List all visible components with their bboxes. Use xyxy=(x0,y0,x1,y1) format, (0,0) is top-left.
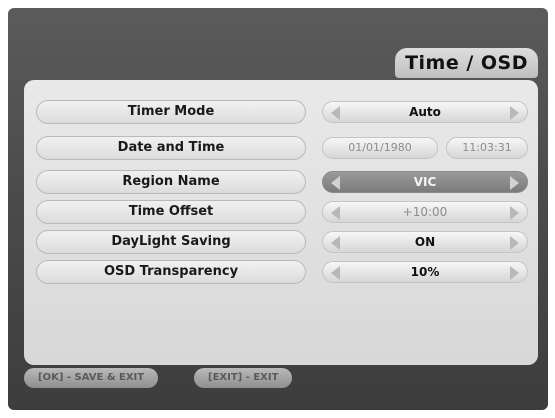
daylight-saving-value: ON xyxy=(414,235,436,249)
osd-screen: Time / OSD Timer Mode Auto Date and Time… xyxy=(8,8,548,410)
left-arrow-icon[interactable] xyxy=(331,236,340,250)
daylight-saving-label: DayLight Saving xyxy=(36,230,306,254)
region-name-selector[interactable]: VIC xyxy=(322,171,528,193)
right-arrow-icon[interactable] xyxy=(510,266,519,280)
save-exit-button[interactable]: [OK] - SAVE & EXIT xyxy=(24,368,159,388)
region-name-row[interactable]: Region Name VIC xyxy=(36,170,528,194)
timer-mode-selector[interactable]: Auto xyxy=(322,101,528,123)
date-time-label: Date and Time xyxy=(36,136,306,160)
time-offset-selector[interactable]: +10:00 xyxy=(322,201,528,223)
right-arrow-icon[interactable] xyxy=(510,106,519,120)
osd-transparency-value: 10% xyxy=(410,265,440,279)
right-arrow-icon[interactable] xyxy=(510,176,519,190)
timer-mode-row[interactable]: Timer Mode Auto xyxy=(36,100,528,124)
timer-mode-value: Auto xyxy=(409,105,441,119)
right-arrow-icon[interactable] xyxy=(510,236,519,250)
daylight-saving-selector[interactable]: ON xyxy=(322,231,528,253)
time-offset-value: +10:00 xyxy=(402,205,448,219)
timer-mode-label: Timer Mode xyxy=(36,100,306,124)
menu-title: Time / OSD xyxy=(395,48,538,78)
left-arrow-icon[interactable] xyxy=(331,176,340,190)
region-name-value: VIC xyxy=(413,175,437,189)
time-field[interactable]: 11:03:31 xyxy=(446,137,528,159)
time-offset-label: Time Offset xyxy=(36,200,306,224)
exit-button[interactable]: [EXIT] - EXIT xyxy=(194,368,293,388)
date-time-row[interactable]: Date and Time 01/01/1980 11:03:31 xyxy=(36,136,528,160)
osd-transparency-row[interactable]: OSD Transparency 10% xyxy=(36,260,528,284)
osd-transparency-label: OSD Transparency xyxy=(36,260,306,284)
daylight-saving-row[interactable]: DayLight Saving ON xyxy=(36,230,528,254)
left-arrow-icon[interactable] xyxy=(331,266,340,280)
date-field[interactable]: 01/01/1980 xyxy=(322,137,438,159)
settings-panel: Timer Mode Auto Date and Time 01/01/1980… xyxy=(24,80,538,365)
left-arrow-icon[interactable] xyxy=(331,106,340,120)
osd-transparency-selector[interactable]: 10% xyxy=(322,261,528,283)
right-arrow-icon[interactable] xyxy=(510,206,519,220)
region-name-label: Region Name xyxy=(36,170,306,194)
left-arrow-icon[interactable] xyxy=(331,206,340,220)
time-offset-row[interactable]: Time Offset +10:00 xyxy=(36,200,528,224)
